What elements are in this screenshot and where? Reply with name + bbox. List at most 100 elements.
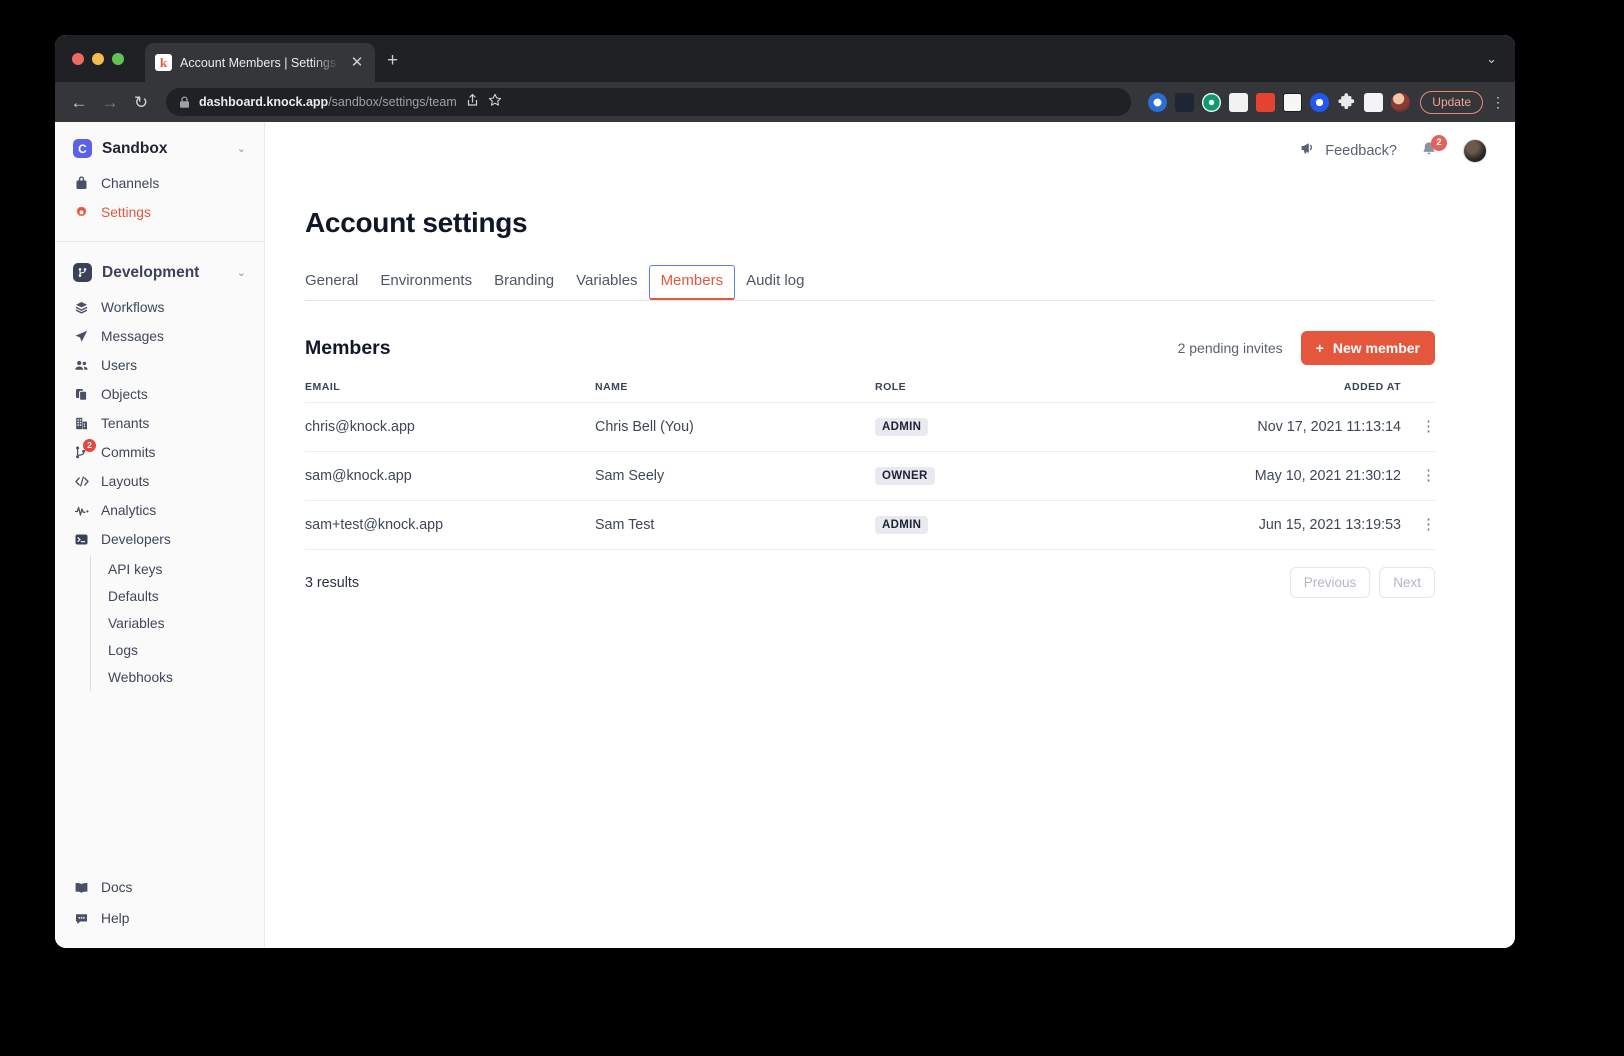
table-header-row: EMAIL NAME ROLE ADDED AT (305, 381, 1435, 403)
lock-icon (179, 95, 190, 109)
tab-audit-log[interactable]: Audit log (735, 265, 815, 300)
tab-variables[interactable]: Variables (565, 265, 648, 300)
cell-role: OWNER (875, 451, 1175, 501)
sidebar-item-logs[interactable]: Logs (108, 637, 250, 664)
chevron-down-icon[interactable]: ⌄ (1486, 51, 1497, 67)
previous-page-button[interactable]: Previous (1289, 567, 1371, 598)
settings-tabs: General Environments Branding Variables … (305, 265, 1435, 301)
sidebar-environment-section: Development ⌄ Workflows Messages Users O… (55, 258, 264, 691)
share-icon[interactable] (466, 93, 479, 112)
sidebar-item-channels[interactable]: Channels (69, 169, 250, 198)
column-header-actions (1401, 381, 1435, 403)
new-member-button[interactable]: + New member (1300, 331, 1435, 365)
account-name: Sandbox (102, 139, 168, 157)
sidebar-item-users[interactable]: Users (69, 351, 250, 380)
extension-icon-1[interactable] (1148, 92, 1168, 112)
cell-added-at: May 10, 2021 21:30:12 (1175, 451, 1401, 501)
chevron-down-icon[interactable]: ⌄ (237, 266, 246, 279)
back-button[interactable]: ← (69, 94, 89, 111)
table-body: chris@knock.app Chris Bell (You) ADMIN N… (305, 402, 1436, 550)
picture-in-picture-icon[interactable] (1229, 92, 1249, 112)
new-member-label: New member (1332, 340, 1420, 356)
table-row[interactable]: sam+test@knock.app Sam Test ADMIN Jun 15… (305, 500, 1436, 550)
sidebar-item-settings[interactable]: Settings (69, 198, 250, 227)
sidebar-item-docs[interactable]: Docs (69, 872, 250, 903)
reload-button[interactable]: ↻ (131, 94, 151, 111)
address-bar[interactable]: dashboard.knock.app/sandbox/settings/tea… (166, 88, 1132, 116)
forward-button[interactable]: → (100, 94, 120, 111)
close-window-button[interactable] (72, 53, 84, 65)
chat-bubble-icon (73, 910, 90, 927)
cell-added-at: Jun 15, 2021 13:19:53 (1175, 500, 1401, 550)
browser-menu-button[interactable]: ⋮ (1491, 95, 1505, 109)
sidebar-item-defaults[interactable]: Defaults (108, 583, 250, 610)
extension-icon-7[interactable] (1310, 92, 1330, 112)
browser-tab-strip: k Account Members | Settings | K ✕ + ⌄ (55, 35, 1515, 82)
sidebar-item-tenants[interactable]: Tenants (69, 409, 250, 438)
sidebar-item-label: Layouts (101, 474, 150, 489)
terminal-icon (73, 531, 90, 548)
todoist-icon[interactable] (1256, 92, 1276, 112)
role-badge: ADMIN (875, 516, 929, 534)
sidebar-item-label: Analytics (101, 503, 157, 518)
pending-invites-label[interactable]: 2 pending invites (1178, 340, 1283, 356)
chevron-down-icon[interactable]: ⌄ (237, 142, 246, 155)
notifications-button[interactable]: 2 (1419, 134, 1447, 162)
sidebar-item-messages[interactable]: Messages (69, 322, 250, 351)
sidebar-item-analytics[interactable]: Analytics (69, 496, 250, 525)
sidebar-item-layouts[interactable]: Layouts (69, 467, 250, 496)
row-menu-icon[interactable]: ⋮ (1421, 468, 1436, 483)
sidebar-item-label: Messages (101, 329, 164, 344)
side-panel-icon[interactable] (1364, 92, 1384, 112)
sidebar-item-help[interactable]: Help (69, 903, 250, 934)
bookmark-star-icon[interactable] (488, 93, 502, 112)
minimize-window-button[interactable] (92, 53, 104, 65)
react-devtools-icon[interactable] (1175, 92, 1195, 112)
next-page-button[interactable]: Next (1379, 567, 1435, 598)
environment-switcher[interactable]: Development ⌄ (69, 258, 250, 287)
table-row[interactable]: chris@knock.app Chris Bell (You) ADMIN N… (305, 402, 1436, 452)
extension-icon-3[interactable] (1202, 92, 1222, 112)
cell-actions: ⋮ (1401, 500, 1436, 550)
puzzle-icon[interactable] (1337, 92, 1356, 112)
sidebar-item-label: Docs (101, 880, 133, 895)
results-count: 3 results (305, 574, 360, 591)
layers-icon (73, 299, 90, 316)
users-icon (73, 357, 90, 374)
new-tab-button[interactable]: + (387, 51, 398, 70)
tab-general[interactable]: General (305, 265, 369, 300)
account-switcher[interactable]: C Sandbox ⌄ (69, 134, 250, 163)
update-button[interactable]: Update (1420, 90, 1483, 114)
sidebar-item-variables[interactable]: Variables (108, 610, 250, 637)
profile-avatar-icon[interactable] (1391, 92, 1411, 112)
top-bar: Feedback? 2 (265, 122, 1515, 179)
sidebar-item-webhooks[interactable]: Webhooks (108, 664, 250, 691)
cell-email: sam+test@knock.app (305, 500, 595, 550)
column-header-name: NAME (595, 381, 875, 403)
maximize-window-button[interactable] (112, 53, 124, 65)
close-tab-icon[interactable]: ✕ (349, 55, 365, 70)
browser-toolbar: ← → ↻ dashboard.knock.app/sandbox/settin… (55, 82, 1515, 122)
sidebar-item-label: Help (101, 911, 130, 926)
tab-environments[interactable]: Environments (369, 265, 483, 300)
sidebar-item-label: Commits (101, 445, 156, 460)
sidebar-item-commits[interactable]: 2 Commits (69, 438, 250, 467)
row-menu-icon[interactable]: ⋮ (1421, 517, 1436, 532)
notion-icon[interactable] (1283, 92, 1303, 112)
sidebar-item-api-keys[interactable]: API keys (108, 556, 250, 583)
tab-branding[interactable]: Branding (483, 265, 565, 300)
feedback-button[interactable]: Feedback? (1299, 141, 1397, 160)
commits-count-badge: 2 (83, 439, 96, 452)
sidebar-item-objects[interactable]: Objects (69, 380, 250, 409)
browser-tab[interactable]: k Account Members | Settings | K ✕ (145, 43, 375, 82)
table-row[interactable]: sam@knock.app Sam Seely OWNER May 10, 20… (305, 451, 1436, 501)
sidebar-item-workflows[interactable]: Workflows (69, 293, 250, 322)
table-header: EMAIL NAME ROLE ADDED AT (305, 381, 1435, 403)
tab-members[interactable]: Members (648, 265, 736, 300)
window-traffic-lights (72, 53, 124, 65)
avatar[interactable] (1463, 138, 1487, 163)
sidebar-item-developers[interactable]: Developers (69, 525, 250, 554)
section-title: Members (305, 336, 391, 359)
row-menu-icon[interactable]: ⋮ (1421, 419, 1436, 434)
feedback-label: Feedback? (1325, 142, 1397, 159)
